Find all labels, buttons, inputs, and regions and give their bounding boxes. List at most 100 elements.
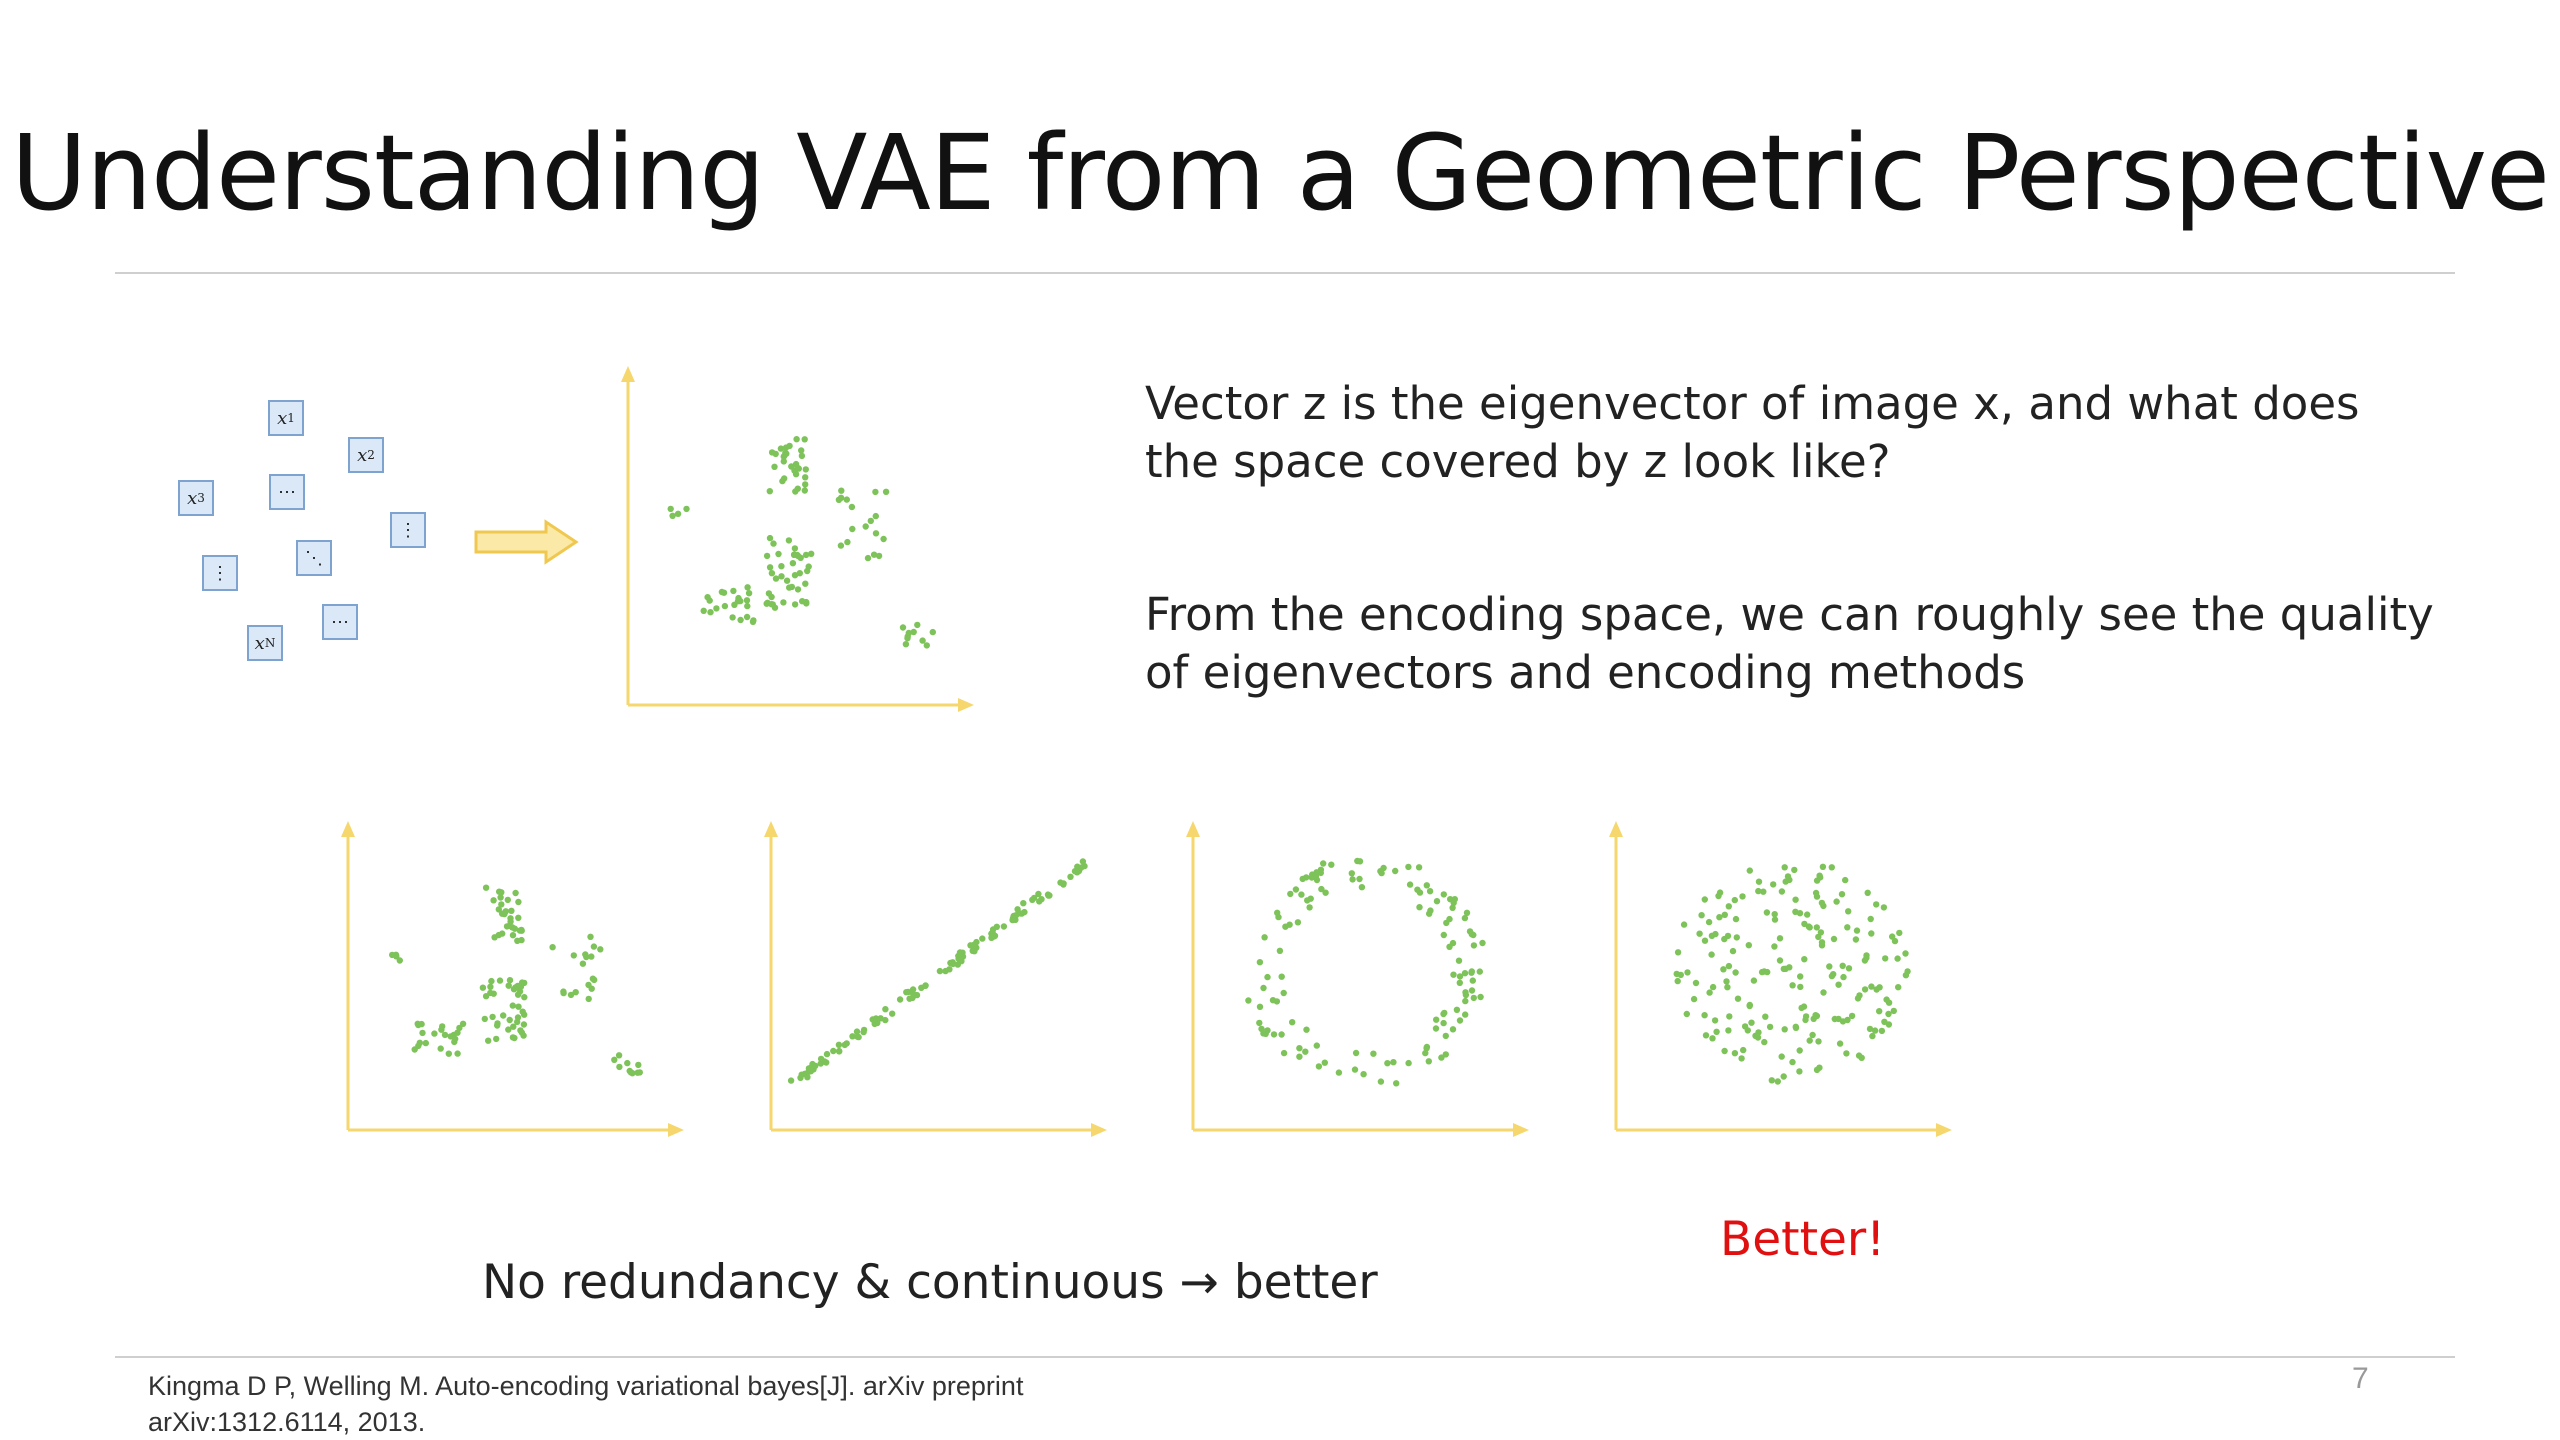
scatter-point <box>1867 915 1874 923</box>
x-axis-arrowhead <box>958 698 974 712</box>
data-box-var: x <box>254 632 265 654</box>
scatter-point <box>1463 909 1471 916</box>
scatter-point <box>1776 935 1784 942</box>
scatter-point <box>669 512 676 519</box>
scatter-point <box>1462 1011 1469 1018</box>
scatter-point <box>1801 956 1808 963</box>
scatter-point <box>867 517 874 525</box>
scatter-point <box>729 614 736 621</box>
scatter-point <box>1020 900 1027 907</box>
scatter-point <box>1791 866 1798 874</box>
scatter-point <box>1320 860 1327 867</box>
scatter-point <box>482 884 490 891</box>
scatter-point <box>1315 1063 1323 1070</box>
scatter-point <box>788 463 795 470</box>
scatter-point <box>768 449 776 456</box>
scatter-point <box>504 896 511 904</box>
scatter-point <box>624 1059 631 1067</box>
data-box-var: ⋮ <box>399 519 417 541</box>
scatter-point <box>516 927 524 934</box>
scatter-point <box>1335 1069 1343 1076</box>
scatter-point <box>745 590 753 597</box>
scatter-point <box>1456 979 1463 986</box>
scatter-point <box>1830 971 1837 978</box>
scatter-point <box>783 577 791 584</box>
scatter-point <box>763 552 771 560</box>
scatter-point <box>683 505 690 513</box>
scatter-point <box>780 599 787 606</box>
scatter-point <box>1904 968 1911 975</box>
scatter-point <box>771 463 778 470</box>
scatter-point <box>830 1047 837 1055</box>
footer-divider <box>115 1356 2455 1358</box>
scatter-point <box>635 1061 642 1069</box>
scatter-point <box>1752 1032 1759 1039</box>
scatter-point <box>1304 897 1311 904</box>
scatter-point <box>770 540 777 547</box>
scatter-point <box>1889 933 1896 940</box>
description-question: Vector z is the eigenvector of image x, … <box>1145 377 2360 488</box>
scatter-point <box>487 983 494 990</box>
scatter-point <box>1296 1053 1303 1060</box>
scatter-point <box>744 584 751 591</box>
scatter-point <box>1842 876 1849 884</box>
scatter-point <box>1683 1010 1690 1018</box>
scatter-point <box>1470 942 1478 949</box>
scatter-point <box>1896 929 1903 937</box>
data-box-ellipsis: ⋯ <box>322 604 358 640</box>
scatter-point <box>872 512 879 520</box>
scatter-point <box>1269 997 1277 1004</box>
x-axis-arrowhead <box>668 1123 684 1137</box>
scatter-point <box>497 894 504 901</box>
scatter-point <box>1833 898 1840 905</box>
scatter-point <box>1453 1006 1461 1013</box>
scatter-point <box>1838 891 1846 898</box>
scatter-point <box>919 637 926 644</box>
scatter-point <box>904 633 911 640</box>
scatter-point <box>495 931 502 939</box>
data-box-vdots: ⋮ <box>202 555 238 591</box>
scatter-point <box>1813 924 1820 931</box>
scatter-point <box>1723 978 1730 985</box>
scatter-point <box>1468 987 1476 994</box>
scatter-point <box>441 1031 449 1039</box>
scatter-point <box>496 977 504 984</box>
scatter-point <box>1726 1013 1733 1020</box>
scatter-point <box>1836 1040 1844 1047</box>
scatter-point <box>509 932 517 939</box>
scatter-point <box>1894 955 1901 962</box>
scatter-point <box>1820 989 1827 996</box>
scatter-point <box>1692 979 1700 987</box>
scatter-point <box>896 996 904 1003</box>
scatter-point <box>1738 1055 1745 1062</box>
scatter-point <box>1818 899 1826 907</box>
scatter-point <box>1720 966 1727 973</box>
scatter-point <box>1876 1008 1883 1015</box>
scatter-point <box>1468 931 1475 938</box>
scatter-point <box>583 953 590 961</box>
scatter-point <box>798 452 806 460</box>
scatter-point <box>803 600 810 607</box>
scatter-point <box>1771 916 1779 923</box>
scatter-point <box>1792 1023 1799 1030</box>
scatter-point <box>707 609 714 616</box>
scatter-point <box>1440 931 1447 939</box>
scatter-point <box>418 1020 425 1028</box>
scatter-point <box>588 985 595 992</box>
scatter-point <box>789 560 797 567</box>
scatter-point <box>1378 869 1385 877</box>
scatter-point <box>805 563 812 570</box>
y-axis-arrowhead <box>1186 821 1200 837</box>
scatter-point <box>1816 1064 1823 1071</box>
encoding-space-plot-4 <box>1609 821 1952 1137</box>
data-box-sub: 3 <box>197 491 205 505</box>
scatter-point <box>788 583 796 591</box>
scatter-point <box>1701 937 1709 944</box>
scatter-point <box>802 551 810 559</box>
scatter-point <box>906 995 913 1002</box>
scatter-point <box>1349 876 1356 883</box>
scatter-point <box>929 628 936 636</box>
scatter-point <box>1881 1018 1888 1025</box>
scatter-point <box>749 618 757 625</box>
data-box-xN: xN <box>247 625 283 661</box>
